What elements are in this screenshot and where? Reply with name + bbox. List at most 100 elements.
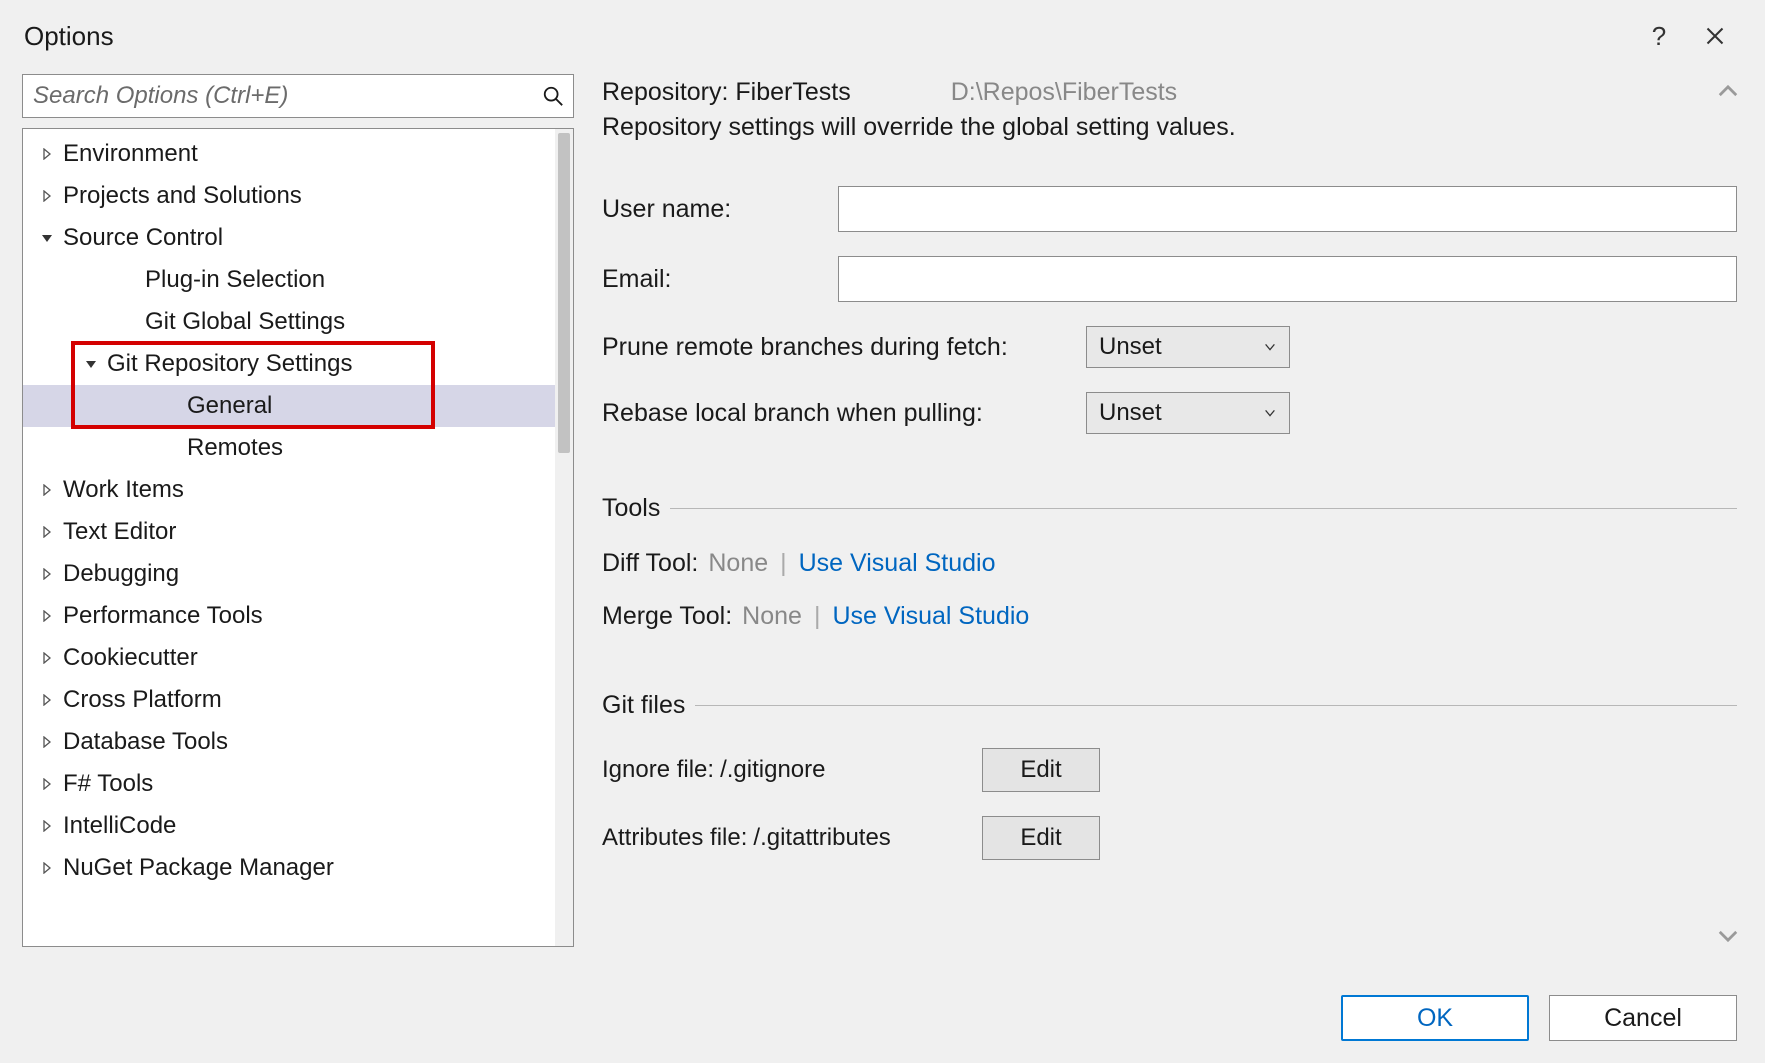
search-input[interactable] (22, 74, 574, 118)
tree-item[interactable]: Text Editor (23, 511, 555, 553)
merge-use-vs-link[interactable]: Use Visual Studio (832, 602, 1029, 631)
repo-header: Repository: FiberTests D:\Repos\FiberTes… (602, 78, 1737, 107)
divider-line (670, 508, 1737, 509)
tree-item[interactable]: Git Global Settings (23, 301, 555, 343)
prune-value: Unset (1099, 333, 1277, 361)
edit-button-label: Edit (1020, 756, 1061, 784)
ok-button[interactable]: OK (1341, 995, 1529, 1041)
attrs-file-name: /.gitattributes (753, 824, 890, 852)
tree-item[interactable]: Cross Platform (23, 679, 555, 721)
ok-button-label: OK (1417, 1004, 1453, 1033)
diff-tool-label: Diff Tool: (602, 549, 698, 578)
ignore-edit-button[interactable]: Edit (982, 748, 1100, 792)
merge-tool-row: Merge Tool: None | Use Visual Studio (602, 602, 1737, 631)
diff-tool-value: None (708, 549, 768, 578)
tree-item[interactable]: F# Tools (23, 763, 555, 805)
tree-item[interactable]: Database Tools (23, 721, 555, 763)
tree-arrow-right-icon (37, 148, 57, 160)
tools-header: Tools (602, 494, 1737, 523)
tree-item-label: Work Items (63, 476, 184, 504)
tree-item-label: NuGet Package Manager (63, 854, 334, 882)
row-username: User name: (602, 186, 1737, 232)
scroll-down-icon[interactable] (1717, 925, 1739, 947)
diff-use-vs-link[interactable]: Use Visual Studio (799, 549, 996, 578)
left-column: Environment Projects and Solutions Source … (22, 74, 574, 947)
tree-item-label: Performance Tools (63, 602, 263, 630)
tree-arrow-down-icon (37, 232, 57, 244)
cancel-button[interactable]: Cancel (1549, 995, 1737, 1041)
attrs-edit-button[interactable]: Edit (982, 816, 1100, 860)
tree-item-label: Git Repository Settings (107, 350, 352, 378)
tree-item[interactable]: Debugging (23, 553, 555, 595)
tree-item[interactable]: Plug-in Selection (23, 259, 555, 301)
attrs-file-row: Attributes file: /.gitattributes Edit (602, 816, 1737, 860)
tree-item-label: Debugging (63, 560, 179, 588)
email-field[interactable] (838, 256, 1737, 302)
repo-path: D:\Repos\FiberTests (951, 78, 1177, 107)
tree-arrow-right-icon (37, 190, 57, 202)
prune-dropdown[interactable]: Unset (1086, 326, 1290, 368)
tree-arrow-right-icon (37, 694, 57, 706)
chevron-down-icon (1263, 340, 1277, 354)
tree-item[interactable]: Performance Tools (23, 595, 555, 637)
tree-item[interactable]: NuGet Package Manager (23, 847, 555, 889)
options-tree[interactable]: Environment Projects and Solutions Source … (22, 128, 574, 947)
divider-line (695, 705, 1737, 706)
right-column: Repository: FiberTests D:\Repos\FiberTes… (602, 74, 1743, 947)
tree-item[interactable]: Projects and Solutions (23, 175, 555, 217)
tools-header-label: Tools (602, 494, 660, 523)
row-prune: Prune remote branches during fetch: Unse… (602, 326, 1737, 368)
username-field[interactable] (838, 186, 1737, 232)
collapse-up-icon[interactable] (1717, 80, 1739, 102)
attrs-file-label: Attributes file: (602, 824, 747, 852)
tree-item[interactable]: Git Repository Settings (23, 343, 555, 385)
tree-item-label: F# Tools (63, 770, 153, 798)
tree-arrow-right-icon (37, 736, 57, 748)
tree-item-label: Text Editor (63, 518, 176, 546)
ignore-file-name: /.gitignore (720, 756, 825, 784)
tree-item[interactable]: Source Control (23, 217, 555, 259)
edit-button-label: Edit (1020, 824, 1061, 852)
merge-tool-label: Merge Tool: (602, 602, 732, 631)
tree-arrow-right-icon (37, 862, 57, 874)
gitfiles-header: Git files (602, 691, 1737, 720)
tree-item-label: IntelliCode (63, 812, 176, 840)
repo-label: Repository: FiberTests (602, 78, 851, 107)
repo-subtext: Repository settings will override the gl… (602, 113, 1737, 142)
prune-label: Prune remote branches during fetch: (602, 333, 1086, 362)
tree-item[interactable]: General (23, 385, 555, 427)
search-icon (542, 85, 564, 107)
tree-item-label: Remotes (187, 434, 283, 462)
pipe-divider: | (780, 549, 787, 578)
tree-item-label: Cross Platform (63, 686, 222, 714)
close-button[interactable] (1687, 14, 1743, 58)
rebase-label: Rebase local branch when pulling: (602, 399, 1086, 428)
tree-item[interactable]: IntelliCode (23, 805, 555, 847)
tree-item[interactable]: Cookiecutter (23, 637, 555, 679)
email-label: Email: (602, 265, 838, 294)
tree-item[interactable]: Remotes (23, 427, 555, 469)
tree-item[interactable]: Work Items (23, 469, 555, 511)
tree-scrollbar-thumb[interactable] (558, 133, 570, 453)
tree-arrow-down-icon (81, 358, 101, 370)
chevron-down-icon (1263, 406, 1277, 420)
tree-arrow-right-icon (37, 484, 57, 496)
tree-arrow-right-icon (37, 778, 57, 790)
tree-scrollbar[interactable] (555, 129, 573, 946)
tree-item-label: Projects and Solutions (63, 182, 302, 210)
tree-arrow-right-icon (37, 568, 57, 580)
gitfiles-header-label: Git files (602, 691, 685, 720)
tree-item-label: Git Global Settings (145, 308, 345, 336)
tree-arrow-right-icon (37, 820, 57, 832)
dialog-footer: OK Cancel (22, 947, 1743, 1041)
tree-item[interactable]: Environment (23, 133, 555, 175)
search-wrapper (22, 74, 574, 118)
tree-arrow-right-icon (37, 610, 57, 622)
rebase-value: Unset (1099, 399, 1277, 427)
row-rebase: Rebase local branch when pulling: Unset (602, 392, 1737, 434)
rebase-dropdown[interactable]: Unset (1086, 392, 1290, 434)
tree-item-label: Environment (63, 140, 198, 168)
tree-arrow-right-icon (37, 526, 57, 538)
help-button[interactable]: ? (1631, 14, 1687, 58)
tree-item-label: Cookiecutter (63, 644, 198, 672)
